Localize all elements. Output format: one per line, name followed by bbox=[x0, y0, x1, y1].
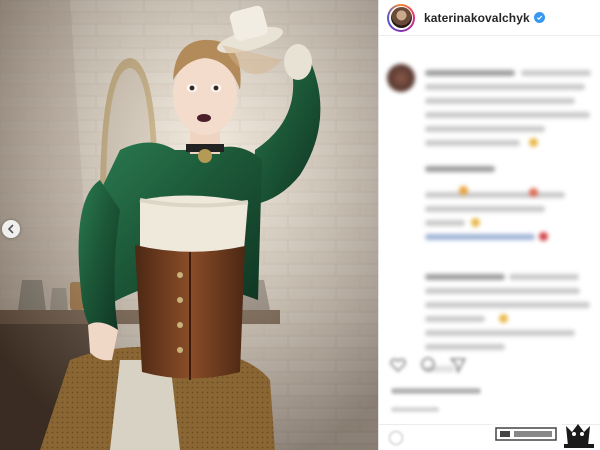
comment-icon[interactable] bbox=[419, 356, 437, 374]
comment-line bbox=[425, 274, 505, 280]
comments-list bbox=[379, 36, 600, 376]
site-watermark-logo bbox=[492, 424, 594, 448]
avatar-image bbox=[390, 7, 412, 28]
post-date bbox=[391, 407, 439, 412]
post-header: katerinakovalchyk bbox=[379, 0, 600, 36]
share-icon[interactable] bbox=[449, 356, 467, 374]
comment-line bbox=[425, 166, 495, 172]
comment-line bbox=[425, 70, 515, 76]
post-side-panel: katerinakovalchyk bbox=[378, 0, 600, 450]
username-link[interactable]: katerinakovalchyk bbox=[424, 11, 530, 25]
avatar[interactable] bbox=[387, 3, 415, 32]
previous-photo-button[interactable] bbox=[2, 220, 20, 238]
photo-scene bbox=[0, 0, 378, 450]
chevron-left-icon bbox=[7, 224, 14, 234]
comment-avatar bbox=[387, 64, 415, 92]
post-actions bbox=[379, 348, 600, 382]
verified-badge-icon bbox=[533, 12, 545, 23]
heart-icon[interactable] bbox=[389, 356, 407, 374]
post-photo bbox=[0, 0, 378, 450]
emoji-icon[interactable] bbox=[389, 430, 403, 445]
likes-count bbox=[391, 388, 481, 394]
